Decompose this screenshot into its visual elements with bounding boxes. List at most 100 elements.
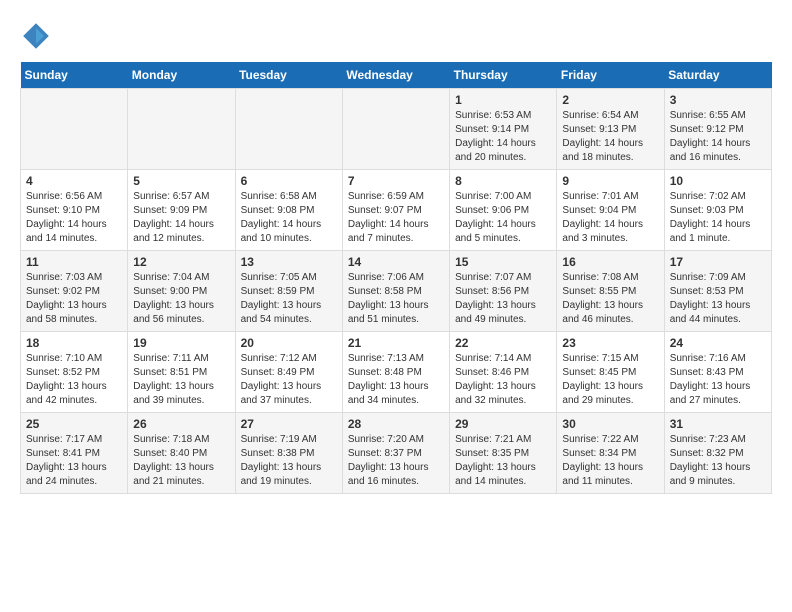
calendar-cell: 8 Sunrise: 7:00 AMSunset: 9:06 PMDaylight… [450,170,557,251]
day-header-sunday: Sunday [21,62,128,89]
calendar-cell: 18 Sunrise: 7:10 AMSunset: 8:52 PMDayligh… [21,332,128,413]
day-info: Sunrise: 7:12 AMSunset: 8:49 PMDaylight:… [241,352,337,408]
day-number: 23 [562,336,658,350]
calendar-cell [235,89,342,170]
day-info: Sunrise: 7:19 AMSunset: 8:38 PMDaylight:… [241,433,337,489]
calendar-cell: 26 Sunrise: 7:18 AMSunset: 8:40 PMDayligh… [128,413,235,494]
calendar-cell: 7 Sunrise: 6:59 AMSunset: 9:07 PMDaylight… [342,170,449,251]
days-header-row: SundayMondayTuesdayWednesdayThursdayFrid… [21,62,772,89]
calendar-cell: 2 Sunrise: 6:54 AMSunset: 9:13 PMDaylight… [557,89,664,170]
week-row-1: 1 Sunrise: 6:53 AMSunset: 9:14 PMDaylight… [21,89,772,170]
day-number: 28 [348,417,444,431]
week-row-4: 18 Sunrise: 7:10 AMSunset: 8:52 PMDayligh… [21,332,772,413]
day-number: 8 [455,174,551,188]
calendar-cell: 25Sunrise: 7:17 AMSunset: 8:41 PMDayligh… [21,413,128,494]
day-number: 22 [455,336,551,350]
day-info: Sunrise: 7:10 AMSunset: 8:52 PMDaylight:… [26,352,122,408]
day-number: 29 [455,417,551,431]
calendar-cell: 23Sunrise: 7:15 AMSunset: 8:45 PMDayligh… [557,332,664,413]
day-info: Sunrise: 7:14 AMSunset: 8:46 PMDaylight:… [455,352,551,408]
calendar-cell: 19 Sunrise: 7:11 AMSunset: 8:51 PMDayligh… [128,332,235,413]
day-number: 6 [241,174,337,188]
calendar-cell: 29 Sunrise: 7:21 AMSunset: 8:35 PMDayligh… [450,413,557,494]
day-info: Sunrise: 7:01 AMSunset: 9:04 PMDaylight:… [562,190,658,246]
calendar-cell: 6 Sunrise: 6:58 AMSunset: 9:08 PMDaylight… [235,170,342,251]
day-info: Sunrise: 7:00 AMSunset: 9:06 PMDaylight:… [455,190,551,246]
day-number: 13 [241,255,337,269]
day-header-friday: Friday [557,62,664,89]
week-row-3: 11 Sunrise: 7:03 AMSunset: 9:02 PMDayligh… [21,251,772,332]
calendar-cell: 31 Sunrise: 7:23 AMSunset: 8:32 PMDayligh… [664,413,771,494]
calendar-cell: 1 Sunrise: 6:53 AMSunset: 9:14 PMDaylight… [450,89,557,170]
day-header-monday: Monday [128,62,235,89]
week-row-5: 25Sunrise: 7:17 AMSunset: 8:41 PMDayligh… [21,413,772,494]
day-info: Sunrise: 7:09 AMSunset: 8:53 PMDaylight:… [670,271,766,327]
day-number: 3 [670,93,766,107]
day-info: Sunrise: 7:13 AMSunset: 8:48 PMDaylight:… [348,352,444,408]
day-info: Sunrise: 6:57 AMSunset: 9:09 PMDaylight:… [133,190,229,246]
day-info: Sunrise: 7:18 AMSunset: 8:40 PMDaylight:… [133,433,229,489]
day-header-thursday: Thursday [450,62,557,89]
day-number: 14 [348,255,444,269]
day-number: 2 [562,93,658,107]
day-header-wednesday: Wednesday [342,62,449,89]
day-info: Sunrise: 6:55 AMSunset: 9:12 PMDaylight:… [670,109,766,165]
day-number: 31 [670,417,766,431]
day-info: Sunrise: 7:03 AMSunset: 9:02 PMDaylight:… [26,271,122,327]
day-info: Sunrise: 7:02 AMSunset: 9:03 PMDaylight:… [670,190,766,246]
day-number: 10 [670,174,766,188]
calendar-cell: 10 Sunrise: 7:02 AMSunset: 9:03 PMDayligh… [664,170,771,251]
day-number: 19 [133,336,229,350]
day-number: 21 [348,336,444,350]
calendar-cell [21,89,128,170]
logo [20,20,56,52]
day-number: 4 [26,174,122,188]
day-number: 17 [670,255,766,269]
calendar-cell [128,89,235,170]
day-number: 30 [562,417,658,431]
calendar-cell: 12Sunrise: 7:04 AMSunset: 9:00 PMDayligh… [128,251,235,332]
calendar-cell: 5 Sunrise: 6:57 AMSunset: 9:09 PMDaylight… [128,170,235,251]
logo-icon [20,20,52,52]
day-info: Sunrise: 6:59 AMSunset: 9:07 PMDaylight:… [348,190,444,246]
calendar-cell: 20Sunrise: 7:12 AMSunset: 8:49 PMDayligh… [235,332,342,413]
day-number: 24 [670,336,766,350]
day-info: Sunrise: 7:07 AMSunset: 8:56 PMDaylight:… [455,271,551,327]
day-info: Sunrise: 7:20 AMSunset: 8:37 PMDaylight:… [348,433,444,489]
calendar-cell: 15 Sunrise: 7:07 AMSunset: 8:56 PMDayligh… [450,251,557,332]
day-number: 18 [26,336,122,350]
calendar-cell: 28 Sunrise: 7:20 AMSunset: 8:37 PMDayligh… [342,413,449,494]
calendar-cell: 13 Sunrise: 7:05 AMSunset: 8:59 PMDayligh… [235,251,342,332]
day-info: Sunrise: 7:21 AMSunset: 8:35 PMDaylight:… [455,433,551,489]
day-number: 15 [455,255,551,269]
day-info: Sunrise: 7:08 AMSunset: 8:55 PMDaylight:… [562,271,658,327]
calendar-cell: 27Sunrise: 7:19 AMSunset: 8:38 PMDayligh… [235,413,342,494]
calendar-cell: 11 Sunrise: 7:03 AMSunset: 9:02 PMDayligh… [21,251,128,332]
day-number: 25 [26,417,122,431]
day-info: Sunrise: 6:53 AMSunset: 9:14 PMDaylight:… [455,109,551,165]
day-header-tuesday: Tuesday [235,62,342,89]
day-info: Sunrise: 7:04 AMSunset: 9:00 PMDaylight:… [133,271,229,327]
day-number: 7 [348,174,444,188]
day-number: 9 [562,174,658,188]
day-info: Sunrise: 7:23 AMSunset: 8:32 PMDaylight:… [670,433,766,489]
day-info: Sunrise: 7:11 AMSunset: 8:51 PMDaylight:… [133,352,229,408]
day-info: Sunrise: 7:22 AMSunset: 8:34 PMDaylight:… [562,433,658,489]
calendar-cell: 16 Sunrise: 7:08 AMSunset: 8:55 PMDayligh… [557,251,664,332]
week-row-2: 4Sunrise: 6:56 AMSunset: 9:10 PMDaylight… [21,170,772,251]
day-info: Sunrise: 6:58 AMSunset: 9:08 PMDaylight:… [241,190,337,246]
calendar-cell: 3 Sunrise: 6:55 AMSunset: 9:12 PMDaylight… [664,89,771,170]
day-info: Sunrise: 7:05 AMSunset: 8:59 PMDaylight:… [241,271,337,327]
day-header-saturday: Saturday [664,62,771,89]
day-info: Sunrise: 7:06 AMSunset: 8:58 PMDaylight:… [348,271,444,327]
calendar-cell: 17 Sunrise: 7:09 AMSunset: 8:53 PMDayligh… [664,251,771,332]
day-number: 1 [455,93,551,107]
calendar-cell: 24 Sunrise: 7:16 AMSunset: 8:43 PMDayligh… [664,332,771,413]
day-number: 26 [133,417,229,431]
day-info: Sunrise: 6:54 AMSunset: 9:13 PMDaylight:… [562,109,658,165]
day-number: 5 [133,174,229,188]
day-number: 11 [26,255,122,269]
day-number: 16 [562,255,658,269]
page-header [20,20,772,52]
day-info: Sunrise: 7:16 AMSunset: 8:43 PMDaylight:… [670,352,766,408]
